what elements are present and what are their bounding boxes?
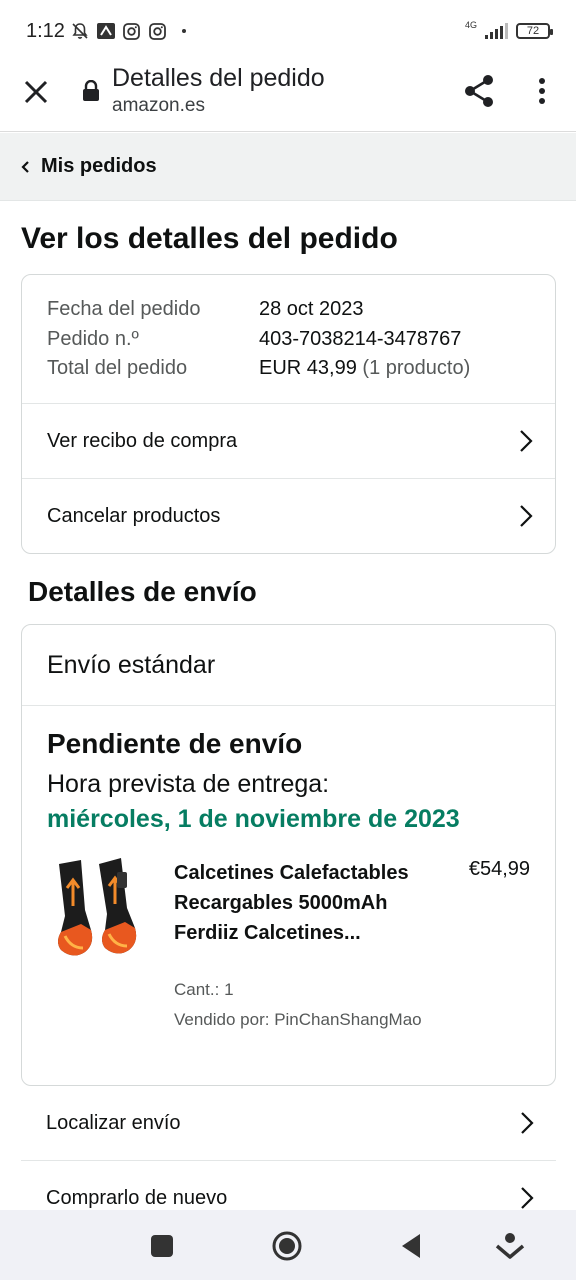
nav-square-icon [151,1235,173,1257]
order-summary-card: Fecha del pedido 28 oct 2023 Pedido n.º … [21,274,556,554]
instagram-icon [149,22,167,40]
track-package-link[interactable]: Localizar envío [21,1086,556,1161]
shipping-method: Envío estándar [22,625,555,706]
nav-back-icon [402,1234,420,1258]
buy-again-label: Comprarlo de nuevo [46,1186,228,1209]
share-icon [465,75,493,107]
close-icon [24,80,48,104]
product-quantity: Cant.: 1 [174,980,234,999]
network-type: 4G [464,20,477,30]
product-item[interactable]: Calcetines Calefactables Recargables 500… [47,856,530,1046]
nav-assist-icon [495,1233,525,1259]
notification-icons [71,22,193,40]
product-image[interactable] [51,858,151,968]
browser-title-block: Detalles del pedido amazon.es [112,64,325,117]
order-info: Fecha del pedido 28 oct 2023 Pedido n.º … [22,275,555,403]
chevron-right-icon [520,430,533,452]
shipping-heading: Detalles de envío [28,576,257,607]
product-title-link[interactable]: Calcetines Calefactables Recargables 500… [174,858,424,948]
status-time: 1:12 [26,19,65,42]
product-seller: Vendido por: PinChanShangMao [174,1010,422,1029]
share-button[interactable] [464,74,494,108]
back-button[interactable] [396,1230,428,1262]
page-title: Ver los detalles del pedido [21,222,398,255]
shipment-card: Envío estándar Pendiente de envío Hora p… [21,624,556,1086]
order-date-label: Fecha del pedido [47,298,201,320]
shipment-body: Pendiente de envío Hora prevista de entr… [22,706,555,1046]
cancel-items-link[interactable]: Cancelar productos [22,478,555,553]
more-notifications-dot-icon [175,22,193,40]
nav-home-icon [272,1231,302,1261]
assistant-button[interactable] [494,1230,526,1262]
track-package-label: Localizar envío [46,1111,181,1134]
browser-toolbar: Detalles del pedido amazon.es [0,62,576,132]
order-total-row: Total del pedido EUR 43,99 (1 producto) [47,354,530,384]
order-number-row: Pedido n.º 403-7038214-3478767 [47,325,530,355]
home-button[interactable] [271,1230,303,1262]
signal-icon [485,23,508,39]
chevron-right-icon [520,505,533,527]
instagram-icon [123,22,141,40]
order-total-label: Total del pedido [47,357,188,379]
browser-page-title: Detalles del pedido [112,64,325,92]
chevron-right-icon [521,1187,534,1209]
system-navigation-bar [0,1210,576,1280]
close-button[interactable] [22,78,50,106]
shipment-status: Pendiente de envío [47,728,303,759]
order-total-value: EUR 43,99 [259,357,357,379]
browser-domain: amazon.es [112,95,205,116]
order-number-value: 403-7038214-3478767 [259,327,462,350]
breadcrumb[interactable]: Mis pedidos [0,133,576,201]
more-options-button[interactable] [530,76,554,106]
more-vert-icon [539,78,545,104]
delivery-estimate-label: Hora prevista de entrega: [47,770,330,798]
order-date-row: Fecha del pedido 28 oct 2023 [47,295,530,325]
mute-bell-icon [71,22,89,40]
recent-apps-button[interactable] [146,1230,178,1262]
app-notification-icon [96,22,115,40]
chevron-left-icon [21,160,29,173]
view-receipt-label: Ver recibo de compra [47,429,238,452]
order-date-value: 28 oct 2023 [259,298,364,320]
delivery-estimate-date: miércoles, 1 de noviembre de 2023 [47,805,460,833]
view-receipt-link[interactable]: Ver recibo de compra [22,403,555,478]
breadcrumb-label: Mis pedidos [41,155,157,177]
cancel-items-label: Cancelar productos [47,504,221,527]
product-price: €54,99 [468,858,530,880]
order-number-label: Pedido n.º [47,327,139,350]
order-item-count: (1 producto) [362,357,471,379]
lock-icon[interactable] [82,79,100,102]
battery-icon: 72 [516,23,553,39]
chevron-right-icon [521,1112,534,1134]
battery-level: 72 [526,25,540,37]
status-bar: 1:12 4G 72 [0,0,576,62]
